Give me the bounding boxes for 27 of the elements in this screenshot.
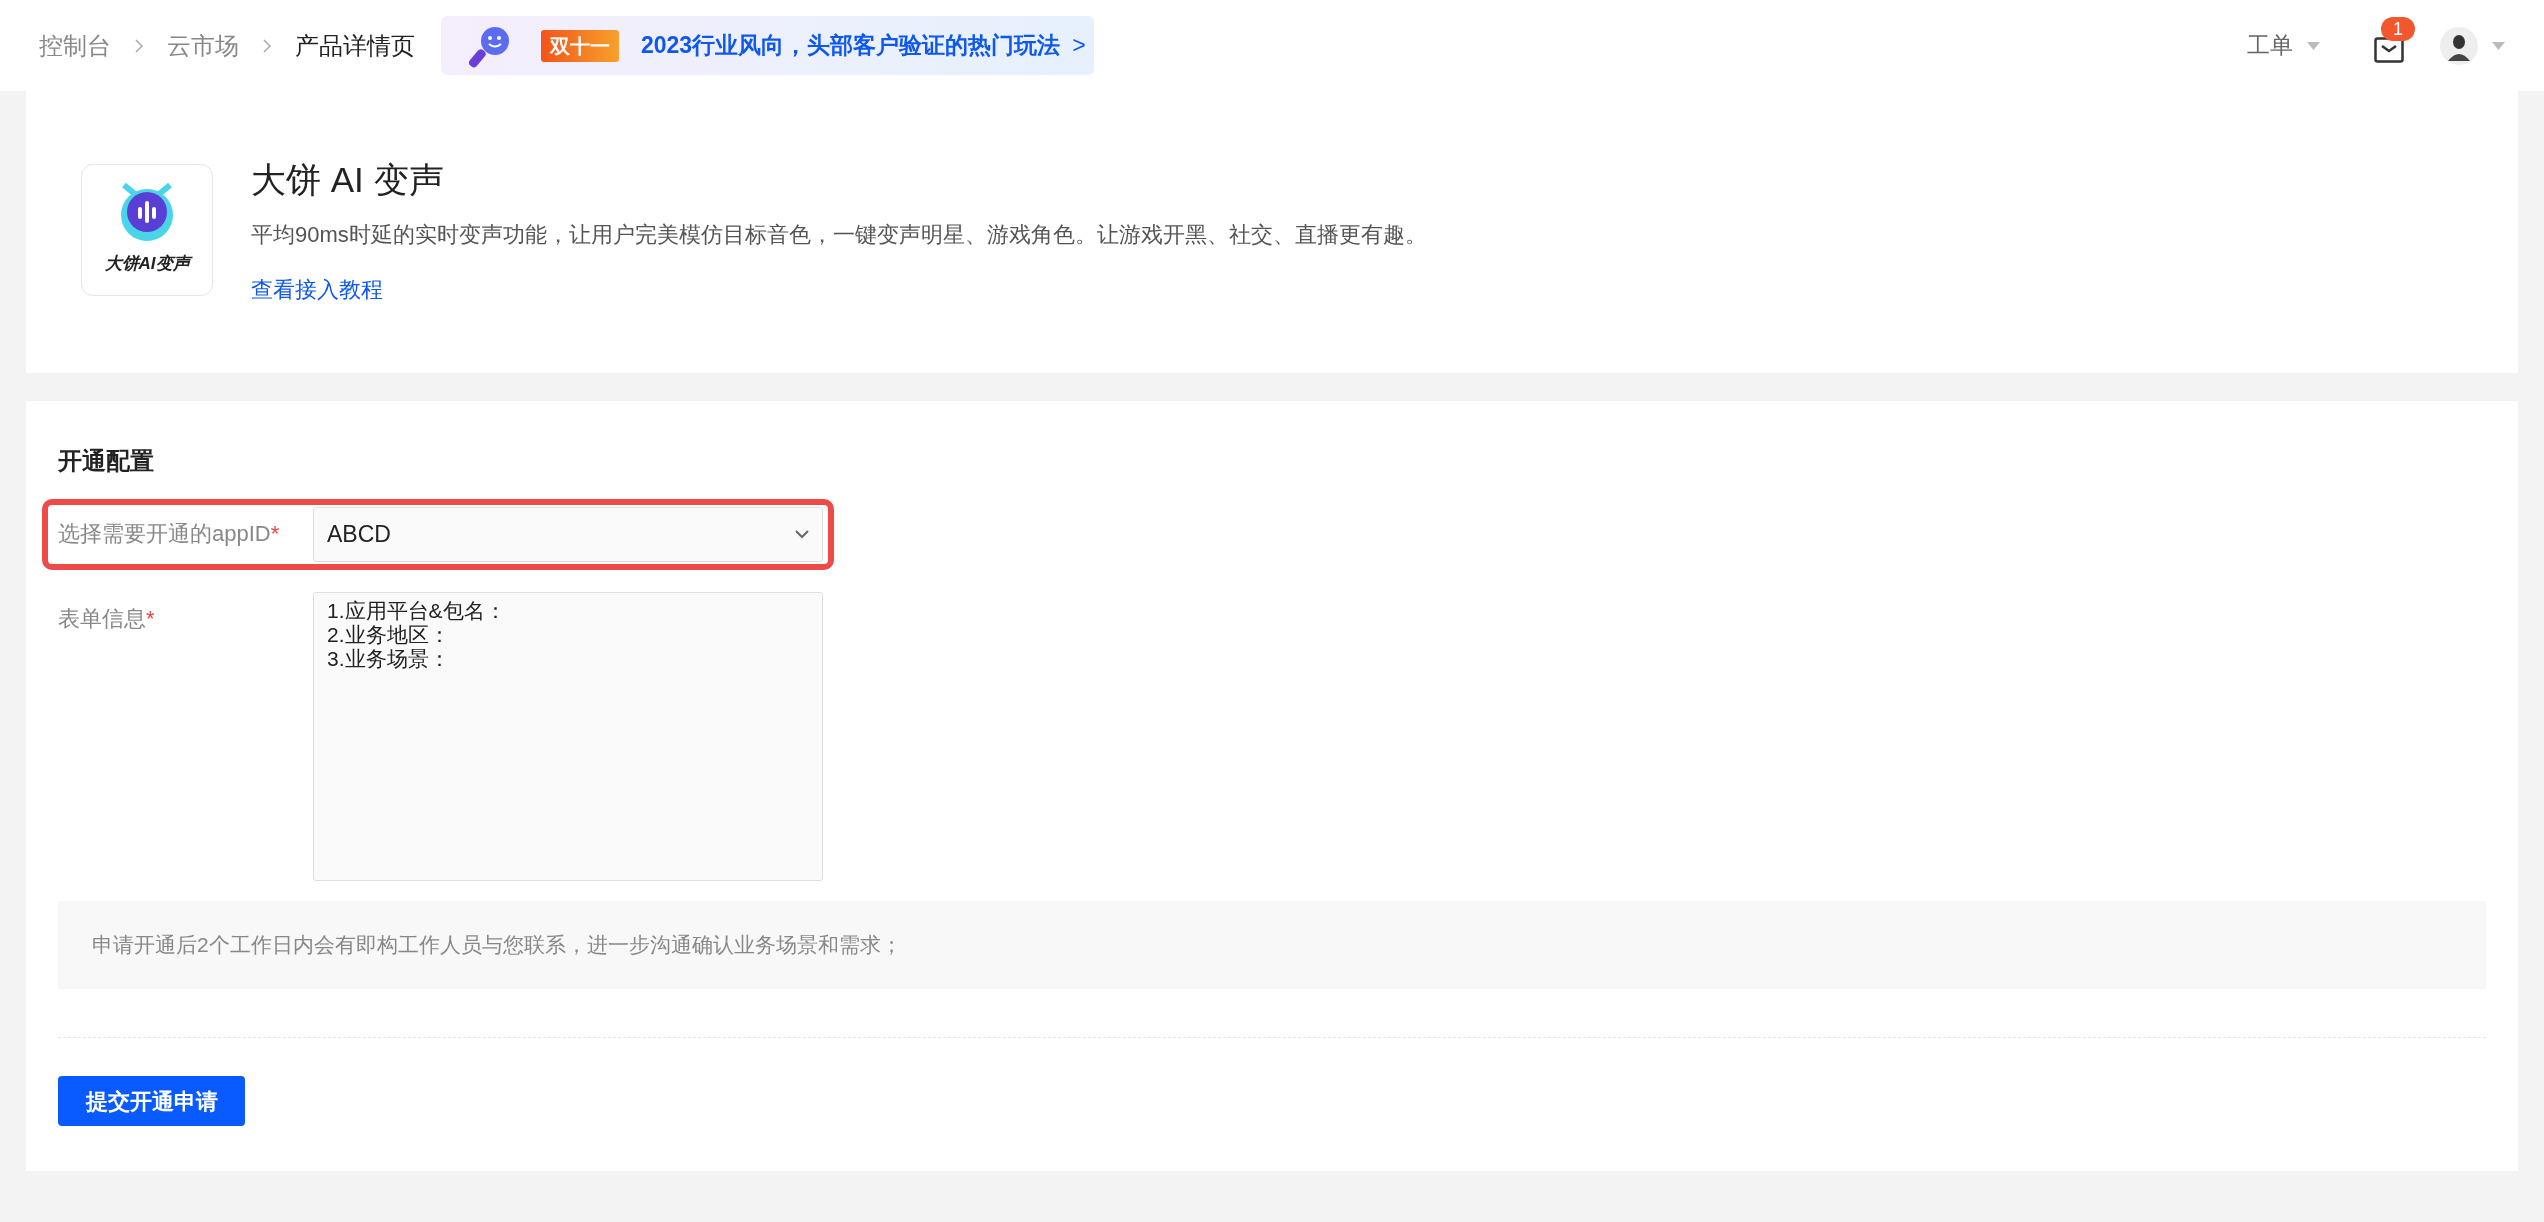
promo-banner[interactable]: 双十一 2023行业风向，头部客户验证的热门玩法 > (441, 16, 1094, 75)
product-description: 平均90ms时延的实时变声功能，让用户完美模仿目标音色，一键变声明星、游戏角色。让游戏开黑、社交、直播更有趣。 (251, 221, 1427, 249)
field-label: 表单信息 (58, 605, 146, 633)
breadcrumb-link[interactable]: 控制台 (39, 27, 111, 64)
notification-badge: 1 (2381, 16, 2415, 41)
product-title: 大饼 AI 变声 (251, 160, 445, 200)
notice-text: 申请开通后2个工作日内会有即构工作人员与您联系，进一步沟通确认业务场景和需求； (92, 932, 902, 959)
form-info-textarea[interactable]: 1.应用平台&包名： 2.业务地区： 3.业务场景： (313, 592, 823, 881)
section-heading: 开通配置 (58, 446, 155, 476)
work-order-menu[interactable]: 工单 (2247, 28, 2320, 63)
field-label: 选择需要开通的appID (58, 520, 271, 548)
mail-icon[interactable] (2374, 36, 2404, 63)
caret-down-icon (2307, 41, 2320, 50)
promo-arrow: > (1072, 31, 1086, 61)
breadcrumb-link[interactable]: 云市场 (167, 27, 239, 64)
submit-button[interactable]: 提交开通申请 (58, 1076, 245, 1126)
required-mark: * (270, 520, 280, 548)
chevron-down-icon (795, 530, 809, 539)
avatar-icon (2440, 26, 2478, 65)
breadcrumb-link[interactable]: 产品详情页 (295, 27, 415, 64)
app-id-select[interactable]: ABCD (313, 507, 823, 562)
promo-tag: 双十一 (541, 29, 619, 62)
required-mark: * (146, 605, 155, 633)
avatar-menu[interactable] (2440, 26, 2505, 65)
tutorial-link[interactable]: 查看接入教程 (251, 273, 1427, 306)
caret-down-icon (2492, 41, 2505, 50)
promo-text: 2023行业风向，头部客户验证的热门玩法 (641, 31, 1061, 61)
